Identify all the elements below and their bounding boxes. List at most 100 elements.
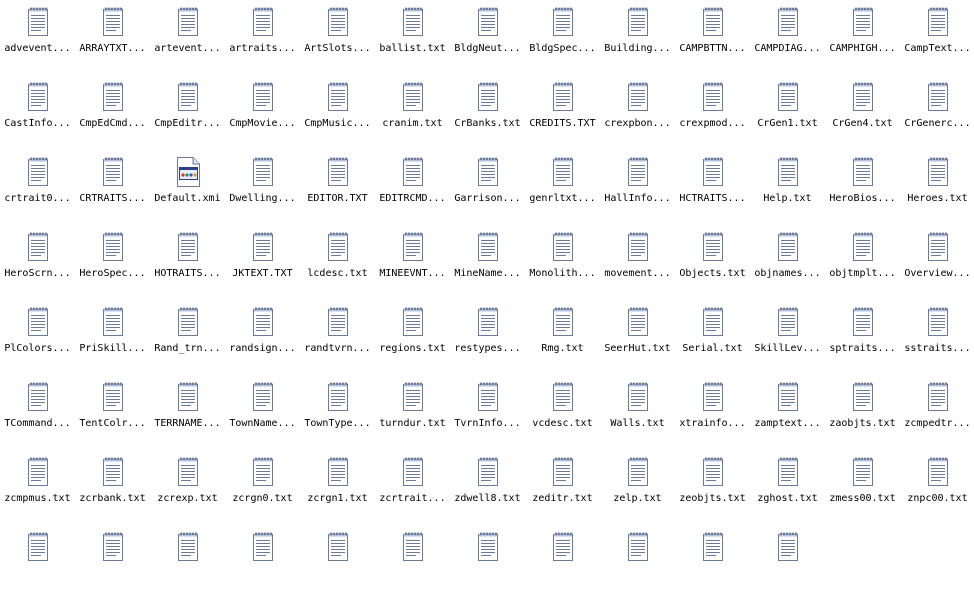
file-item[interactable]: cranim.txt bbox=[375, 77, 450, 152]
file-item[interactable]: TownType... bbox=[300, 377, 375, 452]
file-item[interactable]: zamptext... bbox=[750, 377, 825, 452]
file-item[interactable]: CmpEdCmd... bbox=[75, 77, 150, 152]
file-item[interactable]: CastInfo... bbox=[0, 77, 75, 152]
file-item[interactable]: MineName... bbox=[450, 227, 525, 302]
file-item[interactable]: vcdesc.txt bbox=[525, 377, 600, 452]
file-item[interactable]: SeerHut.txt bbox=[600, 302, 675, 377]
file-item[interactable]: zcrgn1.txt bbox=[300, 452, 375, 527]
file-item[interactable]: Walls.txt bbox=[600, 377, 675, 452]
file-item[interactable]: CAMPBTTN... bbox=[675, 2, 750, 77]
file-item[interactable]: restypes... bbox=[450, 302, 525, 377]
file-item[interactable] bbox=[675, 527, 750, 602]
file-item[interactable]: SkillLev... bbox=[750, 302, 825, 377]
file-item[interactable]: CrGen1.txt bbox=[750, 77, 825, 152]
file-item[interactable]: TownName... bbox=[225, 377, 300, 452]
file-item[interactable] bbox=[225, 527, 300, 602]
file-item[interactable]: EDITRCMD... bbox=[375, 152, 450, 227]
file-item[interactable] bbox=[375, 527, 450, 602]
file-item[interactable]: sptraits... bbox=[825, 302, 900, 377]
file-item[interactable]: zelp.txt bbox=[600, 452, 675, 527]
file-item[interactable]: crexpmod... bbox=[675, 77, 750, 152]
file-item[interactable]: ballist.txt bbox=[375, 2, 450, 77]
file-item[interactable]: zdwell8.txt bbox=[450, 452, 525, 527]
file-item[interactable]: MINEEVNT... bbox=[375, 227, 450, 302]
file-item[interactable] bbox=[450, 527, 525, 602]
file-item[interactable]: zcrtrait... bbox=[375, 452, 450, 527]
file-item[interactable]: HeroBios... bbox=[825, 152, 900, 227]
file-item[interactable]: artraits... bbox=[225, 2, 300, 77]
file-item[interactable]: zmess00.txt bbox=[825, 452, 900, 527]
file-item[interactable]: CAMPHIGH... bbox=[825, 2, 900, 77]
file-item[interactable]: Default.xmi bbox=[150, 152, 225, 227]
file-item[interactable]: znpc00.txt bbox=[900, 452, 974, 527]
file-item[interactable]: CrGen4.txt bbox=[825, 77, 900, 152]
file-item[interactable]: objnames... bbox=[750, 227, 825, 302]
file-item[interactable]: Help.txt bbox=[750, 152, 825, 227]
file-item[interactable]: Building... bbox=[600, 2, 675, 77]
file-item[interactable]: PlColors... bbox=[0, 302, 75, 377]
file-item[interactable]: Heroes.txt bbox=[900, 152, 974, 227]
file-item[interactable]: CampText... bbox=[900, 2, 974, 77]
file-item[interactable]: Objects.txt bbox=[675, 227, 750, 302]
file-item[interactable]: Monolith... bbox=[525, 227, 600, 302]
file-item[interactable]: zcrexp.txt bbox=[150, 452, 225, 527]
file-item[interactable]: Overview... bbox=[900, 227, 974, 302]
file-item[interactable] bbox=[300, 527, 375, 602]
file-item[interactable]: TentColr... bbox=[75, 377, 150, 452]
file-item[interactable]: TERRNAME... bbox=[150, 377, 225, 452]
file-item[interactable]: zghost.txt bbox=[750, 452, 825, 527]
file-item[interactable]: movement... bbox=[600, 227, 675, 302]
file-item[interactable] bbox=[150, 527, 225, 602]
file-item[interactable]: JKTEXT.TXT bbox=[225, 227, 300, 302]
file-item[interactable]: artevent... bbox=[150, 2, 225, 77]
file-item[interactable] bbox=[600, 527, 675, 602]
file-item[interactable]: regions.txt bbox=[375, 302, 450, 377]
file-item[interactable]: Serial.txt bbox=[675, 302, 750, 377]
file-item[interactable]: PriSkill... bbox=[75, 302, 150, 377]
file-item[interactable]: BldgSpec... bbox=[525, 2, 600, 77]
file-item[interactable]: Dwelling... bbox=[225, 152, 300, 227]
file-item[interactable]: CmpEditr... bbox=[150, 77, 225, 152]
file-item[interactable]: TCommand... bbox=[0, 377, 75, 452]
file-item[interactable]: randsign... bbox=[225, 302, 300, 377]
file-item[interactable]: zeditr.txt bbox=[525, 452, 600, 527]
file-item[interactable]: zcrbank.txt bbox=[75, 452, 150, 527]
file-item[interactable]: HCTRAITS... bbox=[675, 152, 750, 227]
file-item[interactable] bbox=[750, 527, 825, 602]
file-item[interactable]: HallInfo... bbox=[600, 152, 675, 227]
file-item[interactable]: BldgNeut... bbox=[450, 2, 525, 77]
file-item[interactable]: zcmpedtr... bbox=[900, 377, 974, 452]
file-item[interactable] bbox=[525, 527, 600, 602]
file-item[interactable]: objtmplt... bbox=[825, 227, 900, 302]
file-item[interactable]: zcrgn0.txt bbox=[225, 452, 300, 527]
file-item[interactable]: CAMPDIAG... bbox=[750, 2, 825, 77]
file-item[interactable]: HeroScrn... bbox=[0, 227, 75, 302]
file-item[interactable]: zaobjts.txt bbox=[825, 377, 900, 452]
file-item[interactable]: Garrison... bbox=[450, 152, 525, 227]
file-item[interactable]: HeroSpec... bbox=[75, 227, 150, 302]
file-item[interactable]: EDITOR.TXT bbox=[300, 152, 375, 227]
file-item[interactable]: Rand_trn... bbox=[150, 302, 225, 377]
file-item[interactable]: crexpbon... bbox=[600, 77, 675, 152]
file-item[interactable]: CmpMovie... bbox=[225, 77, 300, 152]
file-item[interactable]: Rmg.txt bbox=[525, 302, 600, 377]
file-item[interactable]: advevent... bbox=[0, 2, 75, 77]
file-item[interactable]: zeobjts.txt bbox=[675, 452, 750, 527]
file-item[interactable]: turndur.txt bbox=[375, 377, 450, 452]
file-item[interactable]: CrGenerc... bbox=[900, 77, 974, 152]
file-item[interactable]: ARRAYTXT... bbox=[75, 2, 150, 77]
file-item[interactable]: CrBanks.txt bbox=[450, 77, 525, 152]
file-item[interactable]: zcmpmus.txt bbox=[0, 452, 75, 527]
file-item[interactable] bbox=[75, 527, 150, 602]
file-item[interactable] bbox=[0, 527, 75, 602]
file-item[interactable]: HOTRAITS... bbox=[150, 227, 225, 302]
file-item[interactable]: lcdesc.txt bbox=[300, 227, 375, 302]
file-item[interactable]: CRTRAITS... bbox=[75, 152, 150, 227]
file-item[interactable]: xtrainfo... bbox=[675, 377, 750, 452]
file-item[interactable]: ArtSlots... bbox=[300, 2, 375, 77]
file-item[interactable]: sstraits... bbox=[900, 302, 974, 377]
file-item[interactable]: randtvrn... bbox=[300, 302, 375, 377]
file-item[interactable]: TvrnInfo... bbox=[450, 377, 525, 452]
file-item[interactable]: genrltxt... bbox=[525, 152, 600, 227]
file-item[interactable]: CmpMusic... bbox=[300, 77, 375, 152]
